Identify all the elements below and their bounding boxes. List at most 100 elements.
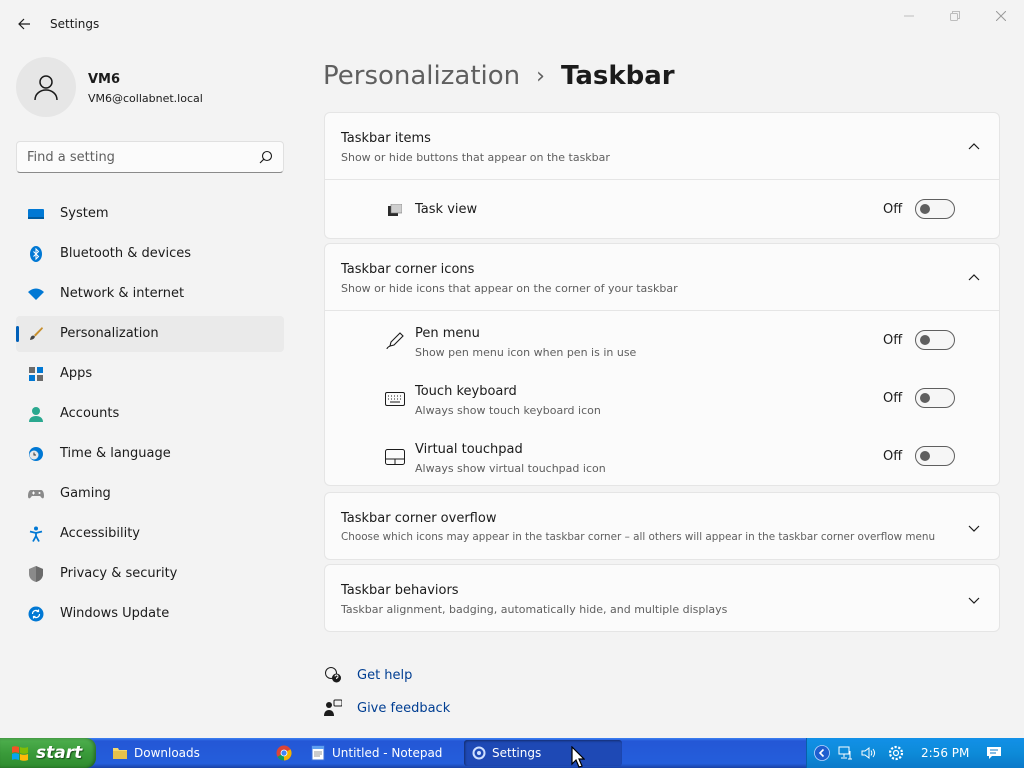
section-body: Pen menu Show pen menu icon when pen is …	[325, 310, 999, 485]
section-subtitle: Choose which icons may appear in the tas…	[341, 531, 936, 543]
page-title: Taskbar	[560, 61, 675, 91]
sidebar-item-personalization[interactable]: Personalization	[16, 316, 284, 352]
taskbar-item-downloads[interactable]: Downloads	[106, 740, 264, 766]
search-icon[interactable]	[259, 150, 273, 164]
tray-chevron-icon[interactable]	[813, 744, 831, 762]
section-subtitle: Show or hide icons that appear on the co…	[341, 282, 678, 295]
person-icon	[28, 406, 44, 422]
sidebar-item-label: Accounts	[60, 406, 120, 421]
sidebar-item-system[interactable]: System	[16, 196, 284, 232]
close-button[interactable]	[978, 0, 1024, 32]
mouse-cursor-icon	[571, 746, 585, 768]
search-box[interactable]	[16, 141, 284, 173]
chevron-up-icon[interactable]	[967, 139, 981, 153]
give-feedback-label[interactable]: Give feedback	[357, 701, 450, 716]
sidebar-item-label: Time & language	[60, 446, 171, 461]
sidebar-item-time-language[interactable]: Time & language	[16, 436, 284, 472]
sidebar-item-gaming[interactable]: Gaming	[16, 476, 284, 512]
clock-globe-icon	[28, 446, 44, 462]
wifi-icon	[28, 286, 44, 302]
section-subtitle: Show or hide buttons that appear on the …	[341, 151, 610, 164]
toggle-knob	[920, 204, 930, 214]
pen-menu-toggle[interactable]	[915, 330, 955, 350]
sidebar-item-label: System	[60, 206, 109, 221]
sidebar-item-apps[interactable]: Apps	[16, 356, 284, 392]
section-title: Taskbar behaviors	[341, 583, 459, 598]
section-header-behaviors[interactable]: Taskbar behaviors Taskbar alignment, bad…	[325, 565, 999, 631]
setting-row-pen-menu: Pen menu Show pen menu icon when pen is …	[325, 311, 999, 369]
breadcrumb: Personalization › Taskbar	[323, 58, 675, 94]
feedback-person-icon	[323, 698, 343, 718]
virtual-touchpad-toggle[interactable]	[915, 446, 955, 466]
breadcrumb-separator: ›	[536, 63, 545, 89]
start-button[interactable]: start	[0, 738, 96, 768]
section-taskbar-behaviors: Taskbar behaviors Taskbar alignment, bad…	[324, 564, 1000, 632]
get-help-label[interactable]: Get help	[357, 668, 412, 683]
chevron-down-icon[interactable]	[967, 593, 981, 607]
setting-title: Pen menu	[415, 326, 480, 341]
bluetooth-icon	[28, 246, 44, 262]
toggle-state-label: Off	[883, 449, 903, 464]
notification-icon[interactable]	[985, 744, 1003, 762]
give-feedback-link[interactable]: Give feedback	[323, 698, 450, 718]
chevron-up-icon[interactable]	[967, 270, 981, 284]
search-input[interactable]	[27, 148, 247, 166]
setting-row-touch-keyboard: Touch keyboard Always show touch keyboar…	[325, 369, 999, 427]
user-profile[interactable]: VM6 VM6@collabnet.local	[16, 57, 286, 117]
back-button[interactable]	[12, 12, 36, 36]
os-taskbar: start Downloads Untitled - Notepad Setti…	[0, 738, 1024, 768]
task-label: Downloads	[134, 746, 200, 760]
user-email: VM6@collabnet.local	[88, 92, 203, 105]
get-help-link[interactable]: Get help	[323, 665, 412, 685]
sidebar-item-label: Accessibility	[60, 526, 140, 541]
setting-title: Virtual touchpad	[415, 442, 523, 457]
sidebar-item-privacy-security[interactable]: Privacy & security	[16, 556, 284, 592]
section-header-taskbar-items[interactable]: Taskbar items Show or hide buttons that …	[325, 113, 999, 179]
setting-subtitle: Show pen menu icon when pen is in use	[415, 346, 637, 359]
sidebar-item-bluetooth[interactable]: Bluetooth & devices	[16, 236, 284, 272]
gamepad-icon	[28, 486, 44, 502]
toggle-knob	[920, 393, 930, 403]
section-subtitle: Taskbar alignment, badging, automaticall…	[341, 603, 728, 616]
section-body: Task view Off	[325, 179, 999, 238]
breadcrumb-parent-link[interactable]: Personalization	[323, 61, 520, 91]
maximize-button[interactable]	[932, 0, 978, 32]
apps-icon	[28, 366, 44, 382]
task-view-toggle[interactable]	[915, 199, 955, 219]
task-view-icon	[385, 200, 405, 220]
touchpad-icon	[385, 447, 405, 467]
setting-subtitle: Always show virtual touchpad icon	[415, 462, 606, 475]
taskbar-item-notepad[interactable]: Untitled - Notepad	[304, 740, 460, 766]
section-header-corner-icons[interactable]: Taskbar corner icons Show or hide icons …	[325, 244, 999, 310]
minimize-button[interactable]	[886, 0, 932, 32]
toggle-knob	[920, 451, 930, 461]
user-name: VM6	[88, 72, 121, 87]
sidebar-item-windows-update[interactable]: Windows Update	[16, 596, 284, 632]
taskbar-item-chrome[interactable]	[270, 740, 298, 766]
setting-row-task-view: Task view Off	[325, 180, 999, 238]
sidebar-item-label: Personalization	[60, 326, 159, 341]
section-title: Taskbar items	[341, 131, 431, 146]
sidebar-item-label: Network & internet	[60, 286, 185, 301]
settings-tray-icon[interactable]	[887, 744, 905, 762]
monitor-icon	[28, 206, 44, 222]
section-header-corner-overflow[interactable]: Taskbar corner overflow Choose which ico…	[325, 493, 999, 559]
taskbar-item-settings[interactable]: Settings	[464, 740, 622, 766]
task-label: Untitled - Notepad	[332, 746, 443, 760]
volume-icon[interactable]	[859, 744, 877, 762]
sidebar-item-network[interactable]: Network & internet	[16, 276, 284, 312]
section-title: Taskbar corner overflow	[341, 511, 497, 526]
setting-subtitle: Always show touch keyboard icon	[415, 404, 601, 417]
windows-flag-icon	[12, 746, 28, 761]
touch-keyboard-toggle[interactable]	[915, 388, 955, 408]
sidebar-item-accounts[interactable]: Accounts	[16, 396, 284, 432]
sidebar-item-accessibility[interactable]: Accessibility	[16, 516, 284, 552]
minimize-icon	[904, 15, 914, 17]
app-title: Settings	[50, 17, 100, 31]
section-taskbar-corner-icons: Taskbar corner icons Show or hide icons …	[324, 243, 1000, 486]
sidebar-item-label: Gaming	[60, 486, 111, 501]
chevron-down-icon[interactable]	[967, 521, 981, 535]
notepad-icon	[311, 745, 325, 761]
network-icon[interactable]	[837, 744, 855, 762]
system-tray: 2:56 PM	[806, 738, 1024, 768]
